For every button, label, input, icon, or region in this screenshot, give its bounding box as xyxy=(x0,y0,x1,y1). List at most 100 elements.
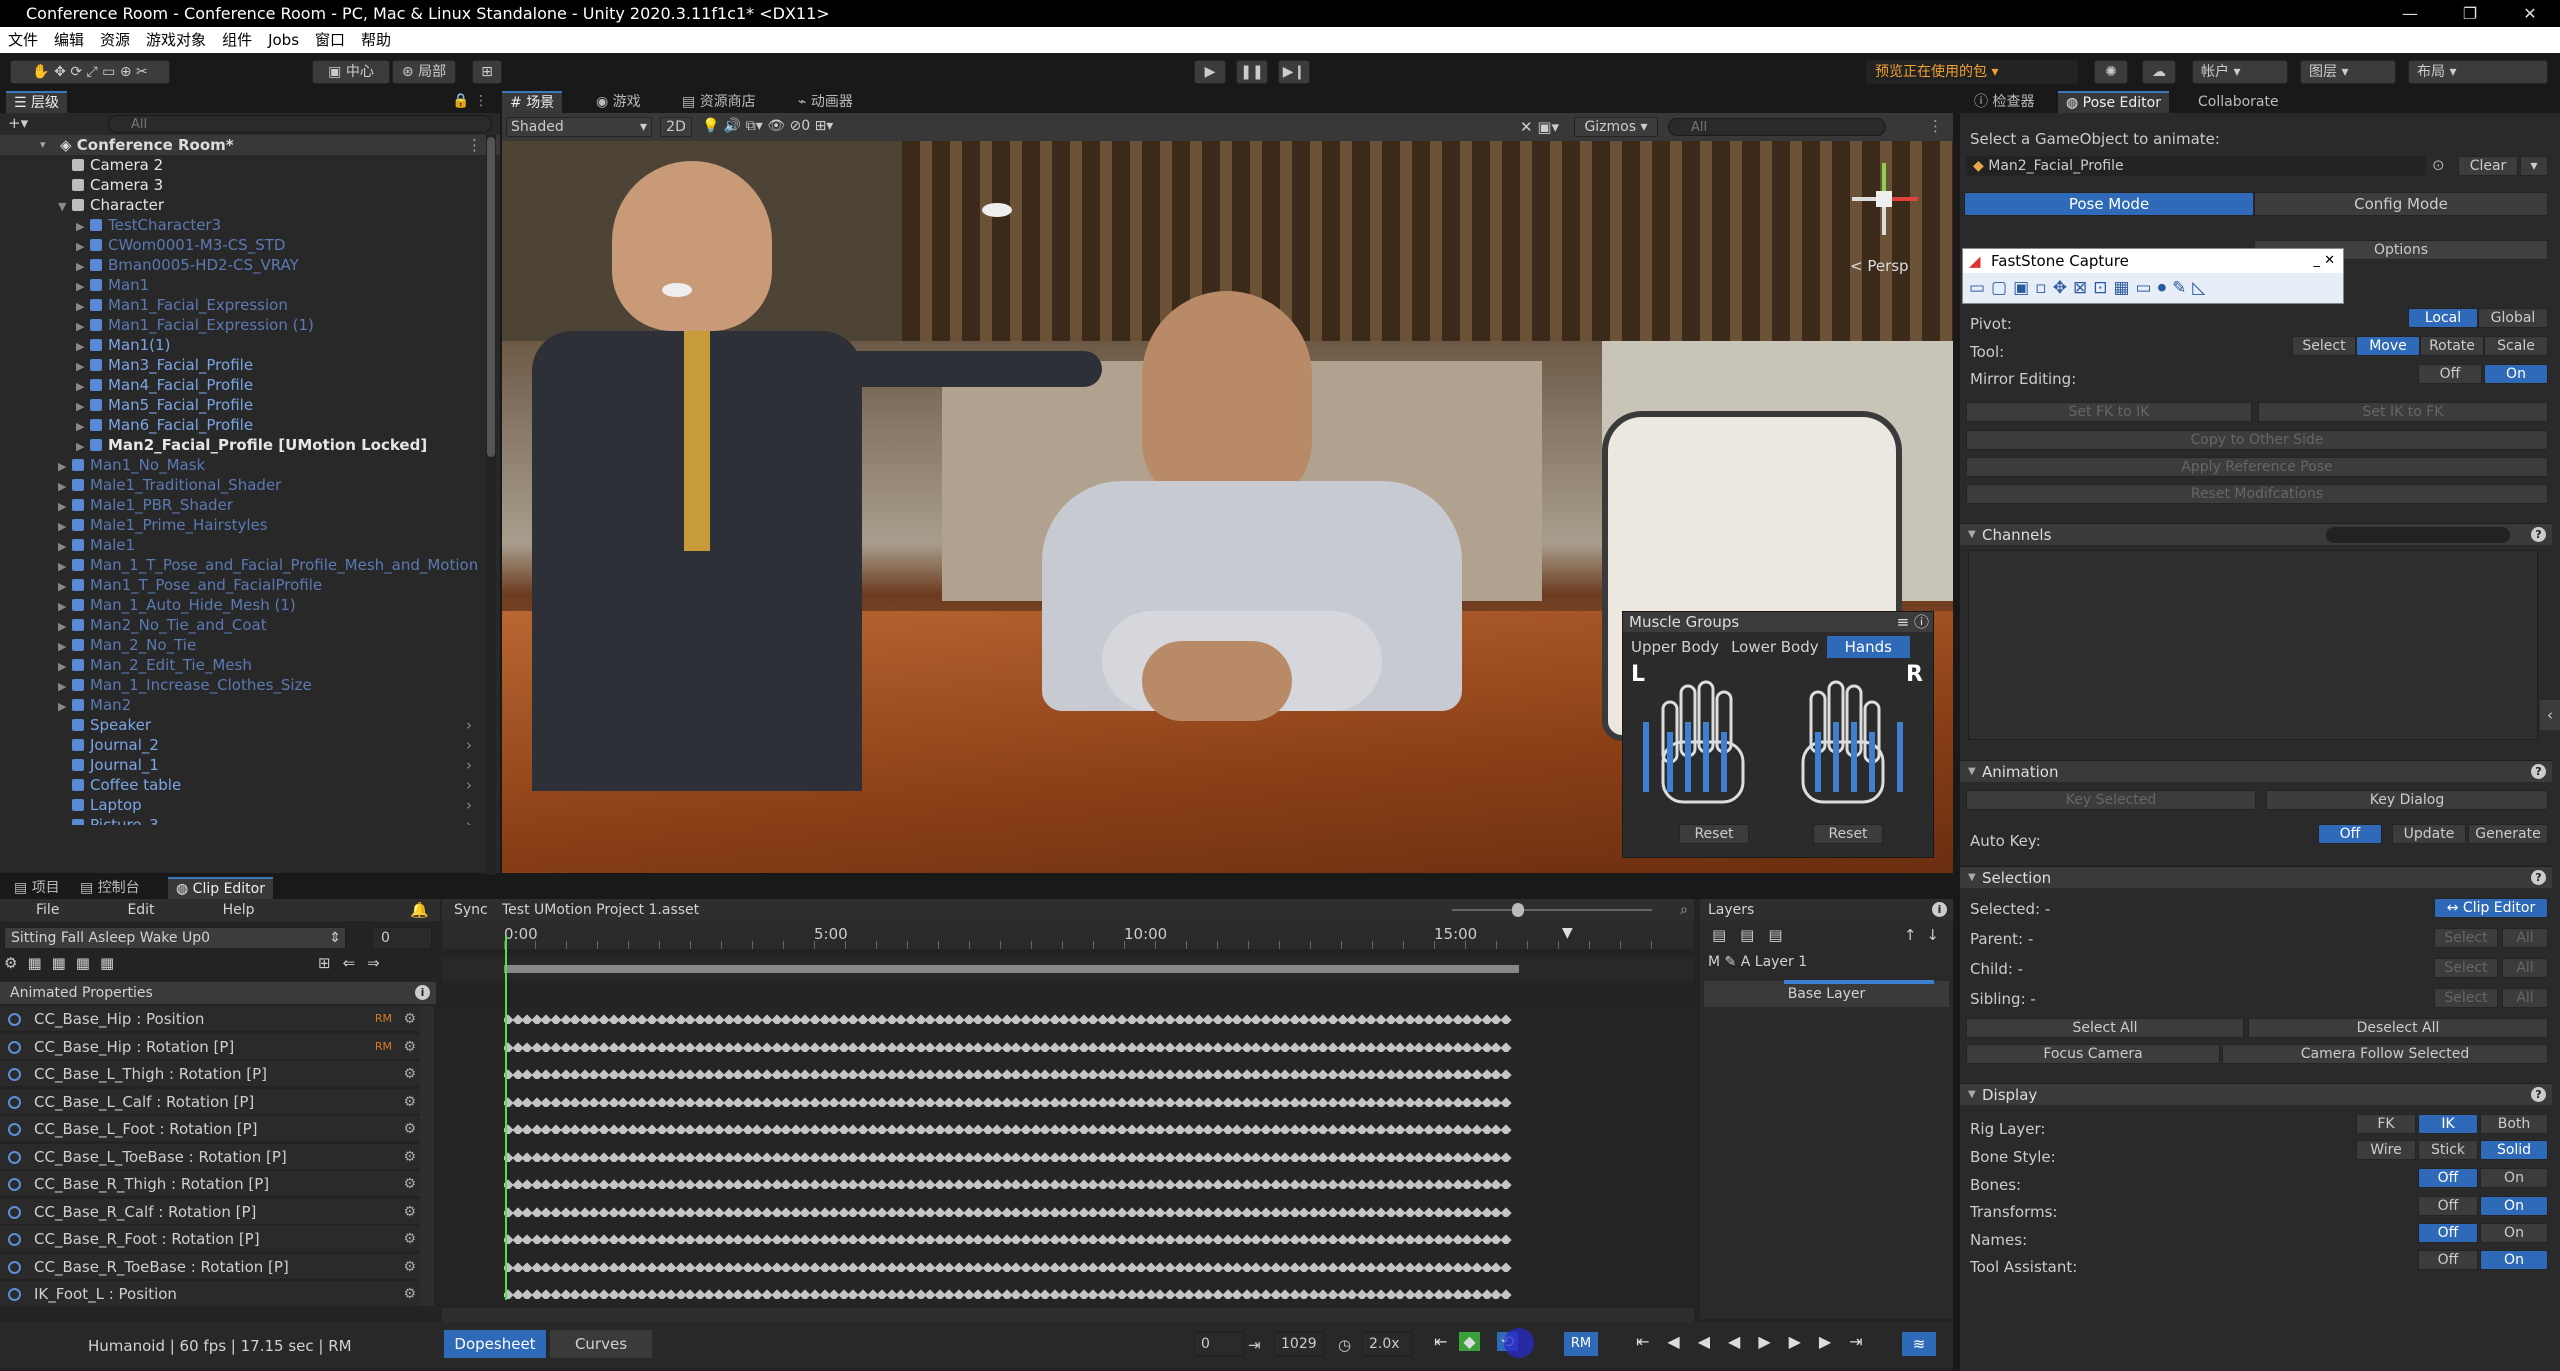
clip-nav-icons[interactable]: ⊞⇐⇒ xyxy=(318,954,438,976)
hierarchy-item[interactable]: ▶ Man_1_Increase_Clothes_Size xyxy=(0,675,480,695)
hierarchy-item[interactable]: ▶ Man1 xyxy=(0,275,480,295)
expand-arrow-icon[interactable]: ▶ xyxy=(76,317,90,337)
hierarchy-item[interactable]: ▶ Bman0005-HD2-CS_VRAY xyxy=(0,255,480,275)
keyframe[interactable] xyxy=(1500,1179,1512,1189)
scene-root[interactable]: ▾ ◈ Conference Room* ⋮ xyxy=(0,135,500,155)
keyframe-row[interactable] xyxy=(504,1289,1524,1299)
clear-button[interactable]: Clear xyxy=(2458,156,2518,176)
keyframe-row[interactable] xyxy=(504,1096,1524,1107)
clip-tool-icons[interactable]: ⚙▦▦▦▦ xyxy=(4,954,244,976)
keyframe[interactable] xyxy=(1500,1014,1512,1024)
hierarchy-item[interactable]: ▶ Man6_Facial_Profile xyxy=(0,415,480,435)
gear-icon[interactable]: ⚙ xyxy=(403,1034,416,1060)
shading-dropdown[interactable]: Shaded ▾ xyxy=(506,117,652,137)
hierarchy-item[interactable]: Coffee table › xyxy=(0,775,480,795)
expand-arrow-icon[interactable]: ▶ xyxy=(58,457,72,477)
parent-all-button[interactable]: All xyxy=(2502,928,2548,948)
hierarchy-item[interactable]: Camera 2 xyxy=(0,155,480,175)
reset-right-button[interactable]: Reset xyxy=(1813,824,1883,844)
minimize-icon[interactable]: — xyxy=(2380,0,2440,27)
menu-item[interactable]: 帮助 xyxy=(353,27,399,53)
layout-dropdown[interactable]: 布局 ▾ xyxy=(2408,60,2548,84)
expand-arrow-icon[interactable]: ▶ xyxy=(76,337,90,357)
deselect-all-button[interactable]: Deselect All xyxy=(2248,1018,2548,1038)
transforms-on-button[interactable]: On xyxy=(2480,1196,2548,1216)
faststone-close-icon[interactable]: _ ✕ xyxy=(2313,249,2335,273)
keyframe-row[interactable] xyxy=(504,1069,1524,1079)
auto-key-generate-button[interactable]: Generate xyxy=(2468,824,2548,844)
chevron-right-icon[interactable]: › xyxy=(466,715,472,735)
hierarchy-item[interactable]: Picture_3 › xyxy=(0,815,480,825)
hierarchy-search-input[interactable] xyxy=(108,115,492,133)
keyframe[interactable] xyxy=(1500,1151,1512,1162)
gear-icon[interactable]: ⚙ xyxy=(403,1171,416,1197)
hierarchy-item[interactable]: ▶ Man1_Facial_Expression xyxy=(0,295,480,315)
chevron-right-icon[interactable]: › xyxy=(466,735,472,755)
auto-key-update-button[interactable]: Update xyxy=(2392,824,2466,844)
keyframe-row[interactable] xyxy=(504,1124,1524,1134)
muscle-tab[interactable]: Upper Body xyxy=(1627,636,1723,658)
auto-key-off-button[interactable]: Off xyxy=(2318,824,2382,844)
keyframe-tracks[interactable] xyxy=(442,1006,1694,1306)
pivot-global-button[interactable]: Global xyxy=(2478,308,2548,328)
key-selected-button[interactable]: Key Selected xyxy=(1966,790,2256,810)
scene-search-input[interactable] xyxy=(1668,118,1886,136)
keyframe[interactable] xyxy=(1500,1124,1512,1134)
tool-move-button[interactable]: Move xyxy=(2356,336,2420,356)
sibling-select-button[interactable]: Select xyxy=(2434,988,2498,1008)
clip-menu-item[interactable]: File xyxy=(0,902,91,918)
hierarchy-item[interactable]: ▶ Man5_Facial_Profile xyxy=(0,395,480,415)
help-icon[interactable]: i xyxy=(1932,902,1947,917)
animated-property[interactable]: CC_Base_Hip : Rotation [P] RM ⚙ xyxy=(0,1033,420,1060)
tool-assistant-on-button[interactable]: On xyxy=(2480,1250,2548,1270)
scene-tab[interactable]: ◉ 游戏 xyxy=(588,91,649,113)
keyframe-row[interactable] xyxy=(504,1151,1524,1162)
tab-hierarchy[interactable]: ☰ 层级 xyxy=(6,91,68,113)
expand-arrow-icon[interactable]: ▶ xyxy=(58,537,72,557)
tool-select-button[interactable]: Select xyxy=(2292,336,2356,356)
bone-stick-button[interactable]: Stick xyxy=(2418,1140,2478,1160)
create-icon[interactable]: +▾ xyxy=(8,114,28,132)
copy-other-side-button[interactable]: Copy to Other Side xyxy=(1966,430,2548,450)
chevron-right-icon[interactable]: › xyxy=(466,815,472,825)
expand-arrow-icon[interactable]: ▶ xyxy=(76,277,90,297)
set-ik-to-fk-button[interactable]: Set IK to FK xyxy=(2258,402,2548,422)
layer-weight-bar[interactable] xyxy=(1784,980,1934,984)
keyframe-icon[interactable]: ◆ xyxy=(1459,1332,1480,1351)
target-icon[interactable]: ⊙ xyxy=(2432,156,2445,174)
hierarchy-item[interactable]: ▶ Man2_Facial_Profile [UMotion Locked] xyxy=(0,435,480,455)
hierarchy-scrollbar[interactable] xyxy=(486,135,496,875)
hierarchy-item[interactable]: ▶ Man4_Facial_Profile xyxy=(0,375,480,395)
hierarchy-item[interactable]: ▶ Male1_PBR_Shader xyxy=(0,495,480,515)
hierarchy-item[interactable]: ▶ Man_2_No_Tie xyxy=(0,635,480,655)
animated-property[interactable]: CC_Base_R_ToeBase : Rotation [P] ⚙ xyxy=(0,1253,420,1280)
scene-menu-icon[interactable]: ⋮ xyxy=(1928,117,1943,135)
gear-icon[interactable]: ⚙ xyxy=(403,1199,416,1225)
hierarchy-item[interactable]: ▶ Male1_Traditional_Shader xyxy=(0,475,480,495)
root-motion-toggle[interactable]: RM xyxy=(1564,1332,1598,1356)
curves-tab[interactable]: Curves xyxy=(550,1330,652,1358)
hierarchy-item[interactable]: ▶ Man3_Facial_Profile xyxy=(0,355,480,375)
animated-property[interactable]: CC_Base_R_Foot : Rotation [P] ⚙ xyxy=(0,1226,420,1252)
focus-camera-button[interactable]: Focus Camera xyxy=(1966,1044,2220,1064)
expand-arrow-icon[interactable]: ▶ xyxy=(76,397,90,417)
gear-icon[interactable]: ⚙ xyxy=(403,1226,416,1252)
hierarchy-item[interactable]: ▶ Man1(1) xyxy=(0,335,480,355)
expand-arrow-icon[interactable]: ▶ xyxy=(76,297,90,317)
help-icon[interactable]: ? xyxy=(2531,870,2546,885)
expand-arrow-icon[interactable]: ▶ xyxy=(58,477,72,497)
mode-2d-button[interactable]: 2D xyxy=(660,117,692,137)
expand-arrow-icon[interactable]: ▶ xyxy=(76,237,90,257)
parent-select-button[interactable]: Select xyxy=(2434,928,2498,948)
expand-arrow-icon[interactable]: ▶ xyxy=(76,217,90,237)
collapse-panel-icon[interactable]: ‹ xyxy=(2540,700,2560,730)
expand-arrow-icon[interactable]: ▶ xyxy=(58,617,72,637)
expand-arrow-icon[interactable]: ▶ xyxy=(58,557,72,577)
scene-tab[interactable]: ▤ 资源商店 xyxy=(674,91,764,113)
hierarchy-item[interactable]: ▶ CWom0001-M3-CS_STD xyxy=(0,235,480,255)
time-ruler[interactable]: 0:00 5:00 10:00 15:00 ▼ xyxy=(442,921,1694,949)
hierarchy-item[interactable]: ▶ Man2_No_Tie_and_Coat xyxy=(0,615,480,635)
step-button[interactable]: ▶❙ xyxy=(1278,60,1310,84)
expand-arrow-icon[interactable]: ▶ xyxy=(76,417,90,437)
chevron-right-icon[interactable]: › xyxy=(466,775,472,795)
